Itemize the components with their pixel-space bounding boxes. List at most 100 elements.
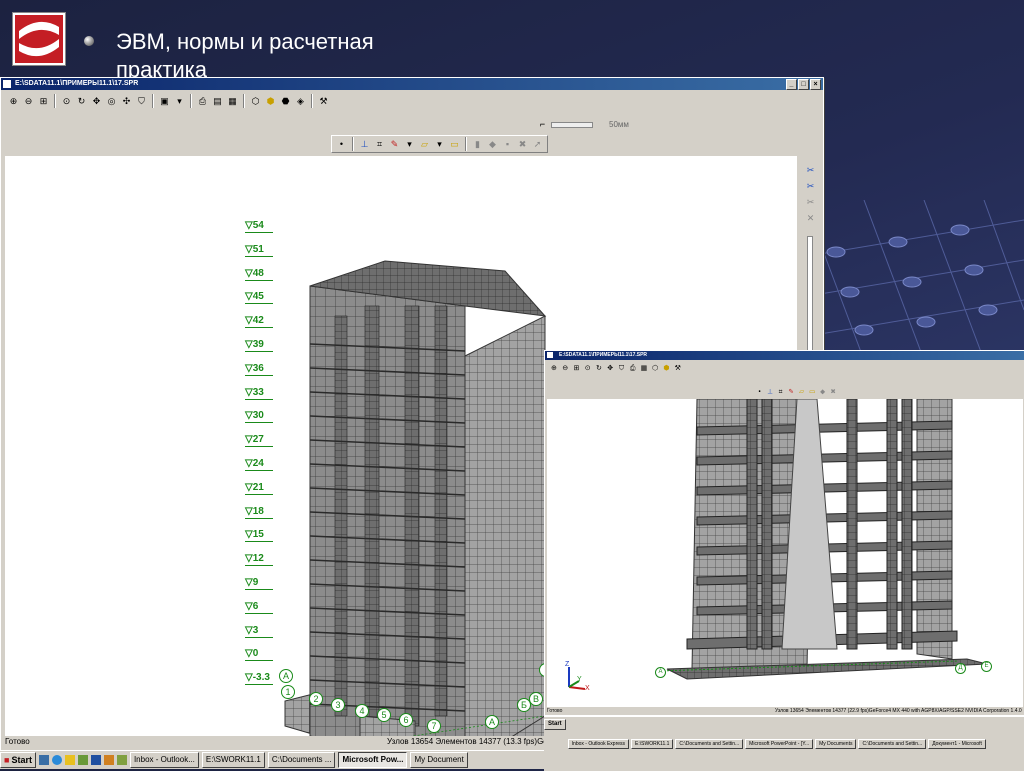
layer-icon[interactable]: ▭ [808,387,817,396]
tools-icon[interactable]: ⚒ [317,95,330,108]
grid-icon[interactable]: ⌗ [776,387,785,396]
scale-slider[interactable] [551,121,593,128]
maximize-button[interactable]: □ [798,79,809,90]
minimize-button[interactable]: _ [786,79,797,90]
mail-icon[interactable] [90,755,101,765]
close-button[interactable]: × [810,79,821,90]
zoom-all-icon[interactable]: ⊙ [60,95,73,108]
cross-icon[interactable]: ✕ [804,212,817,225]
pencil-icon[interactable]: ✎ [388,138,401,151]
triad-icon[interactable]: ⊥ [766,387,775,396]
scissors-icon[interactable]: ✂ [804,180,817,193]
axis-letter-marker: В [529,692,543,706]
pencil-icon[interactable]: ✎ [787,387,796,396]
elevation-mark: ▽9 [245,577,273,590]
shaded-icon[interactable]: ⬢ [662,363,672,373]
zoom-window-icon[interactable]: ⊞ [572,363,582,373]
node-icon[interactable]: • [755,387,764,396]
select-icon[interactable]: ▪ [501,138,514,151]
zoom-in-icon[interactable]: ⊕ [549,363,559,373]
chevron-down-icon[interactable]: ▾ [173,95,186,108]
toolbar-separator [243,94,245,108]
wireframe-icon[interactable]: ⬡ [650,363,660,373]
rotate-icon[interactable]: ↻ [594,363,604,373]
axis-number-marker: 6 [399,713,413,727]
edit-icon[interactable]: ▮ [471,138,484,151]
pan-icon[interactable]: ✥ [90,95,103,108]
shield-icon[interactable]: ⛉ [135,95,148,108]
chevron-down-icon[interactable]: ▾ [403,138,416,151]
save-image-icon[interactable]: ▦ [639,363,649,373]
toolbar-separator [152,94,154,108]
elevation-mark: ▽48 [245,268,273,281]
windows-icon: ■ [4,755,10,765]
zoom-out-icon[interactable]: ⊖ [560,363,570,373]
grid-icon[interactable]: ⌗ [373,138,386,151]
target-icon[interactable]: ◎ [105,95,118,108]
second-triad-z-label: Z [565,661,570,668]
scissors-icon[interactable]: ✂ [804,196,817,209]
print-icon[interactable]: ⎙ [628,363,638,373]
second-triad-y-label: Y [577,676,582,683]
wireframe-icon[interactable]: ⬡ [249,95,262,108]
preview-icon[interactable]: ▤ [211,95,224,108]
zoom-in-icon[interactable]: ⊕ [7,95,20,108]
taskbar-item[interactable]: Inbox - Outlook... [129,752,199,768]
delete-icon[interactable]: ✖ [829,387,838,396]
toolbar-separator [352,137,354,151]
browser-icon[interactable] [51,755,62,765]
elevation-mark: ▽54 [245,220,273,233]
shaded-icon[interactable]: ⬢ [264,95,277,108]
second-model-canvas[interactable] [547,399,1023,709]
outlook-icon[interactable] [64,755,75,765]
chevron-down-icon[interactable]: ▾ [433,138,446,151]
delete-icon[interactable]: ✖ [516,138,529,151]
taskbar-item[interactable]: C:\Documents ... [267,752,336,768]
tools-icon[interactable]: ⚒ [673,363,683,373]
axis-number-marker: 2 [309,692,323,706]
second-status-bar: Готово Узлов 13654 Элементов 14377 (22.9… [545,707,1024,715]
taskbar-item[interactable]: My Document [410,752,468,768]
taskbar-item[interactable]: My Documents [815,739,857,749]
scissors-icon[interactable]: ✂ [804,164,817,177]
pan-icon[interactable]: ✥ [605,363,615,373]
elevation-mark: ▽18 [245,506,273,519]
triad-icon[interactable]: ⊥ [358,138,371,151]
second-window-titlebar: E:\SDATA11.1\ПРИМЕРЫ11.1\17.SPR [545,351,1024,360]
app-icon[interactable] [116,755,127,765]
taskbar-item[interactable]: Inbox - Outlook Express [567,739,630,749]
elevation-mark: ▽0 [245,648,273,662]
node-icon[interactable]: • [335,138,348,151]
start-button[interactable]: ■ Start [0,752,36,768]
taskbar-item[interactable]: Документ1 - Microsoft [928,739,986,749]
move-icon[interactable]: ✣ [120,95,133,108]
save-image-icon[interactable]: ▦ [226,95,239,108]
desktop-icon[interactable] [38,755,49,765]
layer-icon[interactable]: ▭ [448,138,461,151]
taskbar-item[interactable]: E:\SWORK11.1 [631,739,674,749]
render-icon[interactable]: ◈ [294,95,307,108]
projection-icon[interactable]: ▣ [158,95,171,108]
explorer-icon[interactable] [77,755,88,765]
zoom-out-icon[interactable]: ⊖ [22,95,35,108]
media-icon[interactable] [103,755,114,765]
solid-icon[interactable]: ⬣ [279,95,292,108]
fill-icon[interactable]: ▱ [797,387,806,396]
arrow-icon[interactable]: ➚ [531,138,544,151]
brush-icon[interactable]: ◆ [818,387,827,396]
taskbar-item[interactable]: C:\Documents and Settin... [675,739,744,749]
fill-icon[interactable]: ▱ [418,138,431,151]
zoom-all-icon[interactable]: ⊙ [583,363,593,373]
rotate-icon[interactable]: ↻ [75,95,88,108]
elevation-mark: ▽36 [245,363,273,376]
brush-icon[interactable]: ◆ [486,138,499,151]
print-icon[interactable]: ⎙ [196,95,209,108]
taskbar-item[interactable]: C:\Documents and Settin... [858,739,927,749]
taskbar-item[interactable]: Microsoft PowerPoint - [Y... [745,739,814,749]
taskbar-item[interactable]: Microsoft Pow... [338,752,408,768]
scale-toggle-icon[interactable]: ⌐ [536,118,549,131]
taskbar-item[interactable]: E:\SWORK11.1 [201,752,265,768]
start-button[interactable]: Start [544,719,566,730]
zoom-window-icon[interactable]: ⊞ [37,95,50,108]
shield-icon[interactable]: ⛉ [617,363,627,373]
